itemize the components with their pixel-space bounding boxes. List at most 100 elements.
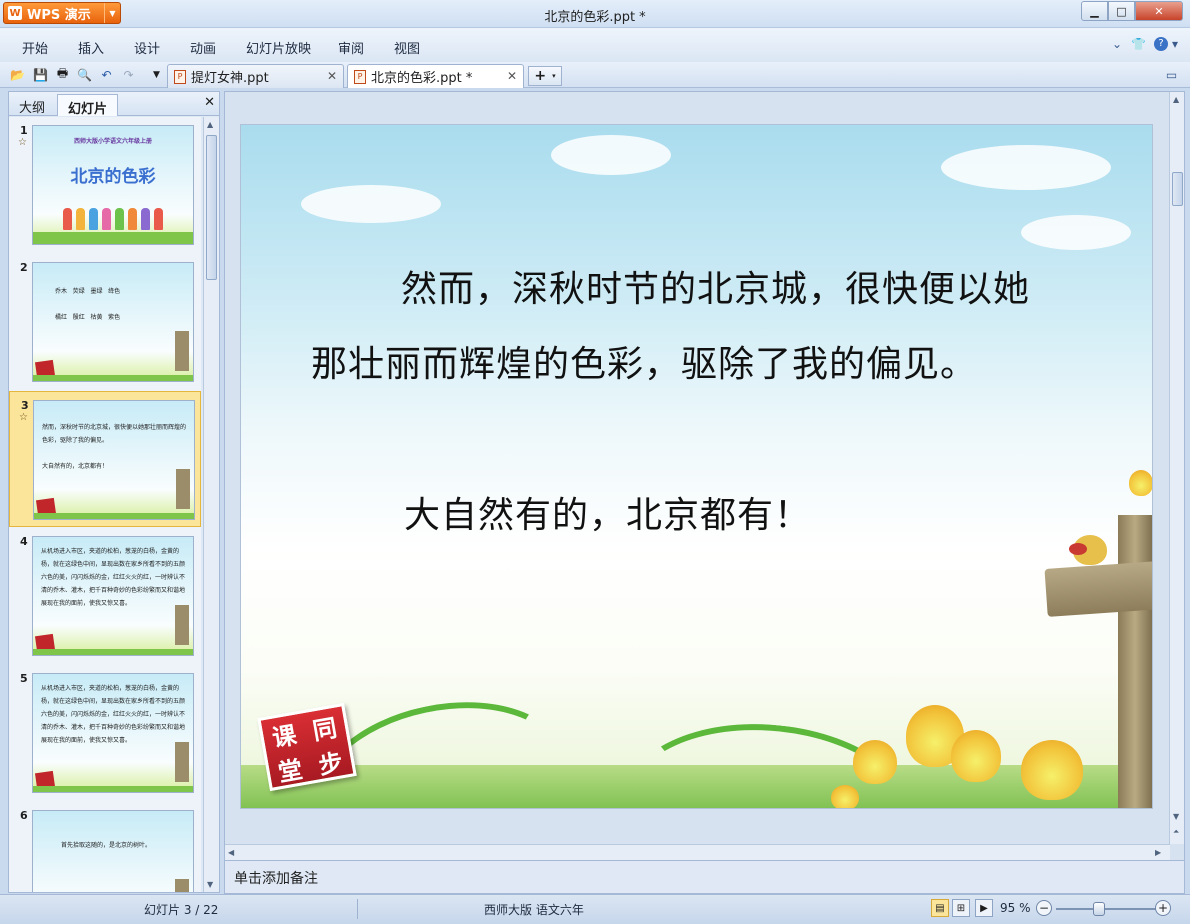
slide-preview: 从机场进入市区，夹道的松柏，葱茏的白杨，金黄的杨，就在这绿色中间，显现出数在家乡… [32,536,194,656]
close-panel-icon[interactable]: ✕ [204,95,215,110]
slide-thumbnail-4[interactable]: 4 从机场进入市区，夹道的松柏，葱茏的白杨，金黄的杨，就在这绿色中间，显现出数在… [9,528,201,664]
scroll-up-icon[interactable]: ▲ [207,120,213,129]
slide-text-line-1[interactable]: 然而，深秋时节的北京城，很快便以她 [401,260,1030,312]
bird-wing-decoration [1069,543,1087,555]
stamp-char: 课 [270,720,299,753]
thumb-text: 从机场进入市区，夹道的松柏，葱茏的白杨，金黄的杨，就在这绿色中间，显现出数在家乡… [41,685,186,744]
flower-decoration [831,785,859,808]
scroll-down-icon[interactable]: ▼ [1173,812,1179,821]
title-bar: W WPS 演示 ▼ 北京的色彩.ppt * ▁ □ ✕ [0,0,1190,28]
quick-access-toolbar: 📂 💾 🖶 🔍 ↶ ↷ ▼ P 提灯女神.ppt ✕ P 北京的色彩.ppt *… [0,62,1190,88]
chevron-down-icon[interactable]: ▾ [552,72,556,80]
print-icon[interactable]: 🖶 [54,66,71,83]
current-slide[interactable]: 然而，深秋时节的北京城，很快便以她 那壮丽而辉煌的色彩，驱除了我的偏见。 大自然… [240,124,1153,809]
grass-decoration [33,786,193,792]
slide-thumbnail-6[interactable]: 6 首先拾取这随的，是北京的树叶。 [9,802,201,892]
signpost-decoration [176,469,190,509]
collapse-ribbon-icon[interactable]: ⌄ [1112,37,1122,51]
tab-document-2[interactable]: P 北京的色彩.ppt * ✕ [347,64,524,88]
help-dropdown-icon[interactable]: ▾ [1172,37,1178,51]
zoom-in-button[interactable]: + [1155,900,1171,916]
zoom-slider-knob[interactable] [1093,902,1105,916]
new-tab-button[interactable]: + ▾ [528,66,562,86]
scroll-down-icon[interactable]: ▼ [207,880,213,889]
zoom-out-button[interactable]: − [1036,900,1052,916]
minimize-button[interactable]: ▁ [1081,1,1108,21]
close-tab-icon[interactable]: ✕ [507,69,517,83]
menu-insert[interactable]: 插入 [78,38,104,57]
slide-editor: 然而，深秋时节的北京城，很快便以她 那壮丽而辉煌的色彩，驱除了我的偏见。 大自然… [224,91,1185,861]
normal-view-button[interactable]: ▤ [931,899,949,917]
slide-sorter-view-button[interactable]: ⊞ [952,899,970,917]
print-preview-icon[interactable]: 🔍 [76,66,93,83]
thumb-text: 乔木 荧绿 墨绿 绛色 橘红 殷红 枯黄 紫色 [55,288,121,321]
scroll-left-icon[interactable]: ◀ [228,848,234,857]
slide-thumbnail-1[interactable]: 1 ☆ 西师大版小学语文六年级上册 北京的色彩 [9,117,201,253]
open-folder-icon[interactable]: 📂 [9,66,26,83]
save-icon[interactable]: 💾 [32,66,49,83]
cloud-decoration [1021,215,1131,250]
flower-decoration [853,740,897,784]
window-title: 北京的色彩.ppt * [544,10,646,25]
tab-outline[interactable]: 大纲 [9,94,55,116]
slide-number: 2 [20,261,28,274]
cloud-decoration [941,145,1111,190]
flower-decoration [1021,740,1083,800]
thumb-text: 首先拾取这随的，是北京的树叶。 [61,842,152,849]
thumbnail-scrollbar[interactable]: ▲ ▼ [203,117,219,892]
notes-pane[interactable]: 单击添加备注 [224,861,1185,894]
slide-text-line-3[interactable]: 大自然有的，北京都有！ [404,486,811,538]
slide-preview: 首先拾取这随的，是北京的树叶。 [32,810,194,892]
editor-vertical-scrollbar[interactable]: ▲ ▼ ⏶ [1169,92,1184,844]
slide-number: 5 [20,672,28,685]
tab-label: 北京的色彩.ppt * [371,71,473,86]
ppt-file-icon: P [354,69,366,84]
course-sync-stamp-logo: 课 同 堂 步 [257,702,357,792]
menu-animation[interactable]: 动画 [190,38,216,57]
tab-label: 提灯女神.ppt [191,71,269,86]
signpost-decoration [175,605,189,645]
panel-tabs: 大纲 幻灯片 ✕ [9,92,219,117]
menu-review[interactable]: 审阅 [338,38,364,57]
scroll-up-icon[interactable]: ▲ [1173,95,1179,104]
maximize-button[interactable]: □ [1108,1,1135,21]
stamp-char: 堂 [276,755,305,788]
stamp-char: 步 [316,748,346,780]
editor-horizontal-scrollbar[interactable]: ◀ ▶ [225,844,1170,860]
help-icon[interactable]: ? [1154,37,1168,51]
slideshow-view-button[interactable]: ▶ [975,899,993,917]
template-name: 西师大版 语文六年 [484,903,584,917]
signpost-decoration [175,331,189,371]
slide-thumbnail-2[interactable]: 2 乔木 荧绿 墨绿 绛色 橘红 殷红 枯黄 紫色 [9,254,201,390]
menu-design[interactable]: 设计 [134,38,160,57]
thumb-title: 北京的色彩 [70,167,156,187]
close-window-button[interactable]: ✕ [1135,1,1183,21]
customize-toolbar-icon[interactable]: ▼ [148,66,165,83]
scrollbar-thumb[interactable] [206,135,217,280]
ppt-file-icon: P [174,69,186,84]
slide-thumbnail-list: 1 ☆ 西师大版小学语文六年级上册 北京的色彩 2 乔木 荧绿 墨绿 绛色 橘红… [9,117,201,892]
slide-thumbnail-5[interactable]: 5 从机场进入市区，夹道的松柏，葱茏的白杨，金黄的杨，就在这绿色中间，显现出数在… [9,665,201,801]
animation-star-icon: ☆ [19,412,28,423]
skin-shirt-icon[interactable]: 👕 [1131,37,1146,51]
redo-icon[interactable]: ↷ [120,66,137,83]
signpost-decoration [175,742,189,782]
close-tab-icon[interactable]: ✕ [327,69,337,83]
undo-icon[interactable]: ↶ [98,66,115,83]
slide-number: 6 [20,809,28,822]
restore-layout-icon[interactable]: ▭ [1163,66,1180,83]
flower-decoration [951,730,1001,782]
slide-thumbnail-3[interactable]: 3 ☆ 然而，深秋时节的北京城，很快便以她那壮丽而辉煌的色彩，驱除了我的偏见。 … [9,391,201,527]
slide-text-line-2[interactable]: 那壮丽而辉煌的色彩，驱除了我的偏见。 [311,335,977,387]
scrollbar-thumb[interactable] [1172,172,1183,206]
menu-home[interactable]: 开始 [22,38,48,57]
scroll-right-icon[interactable]: ▶ [1155,848,1161,857]
menu-view[interactable]: 视图 [394,38,420,57]
notes-placeholder[interactable]: 单击添加备注 [234,868,318,888]
zoom-slider-track[interactable] [1056,908,1156,910]
previous-slide-icon[interactable]: ⏶ [1173,827,1179,837]
tab-document-1[interactable]: P 提灯女神.ppt ✕ [167,64,344,88]
menu-slideshow[interactable]: 幻灯片放映 [246,38,311,57]
tab-slides[interactable]: 幻灯片 [57,94,119,117]
animation-star-icon: ☆ [18,137,27,148]
